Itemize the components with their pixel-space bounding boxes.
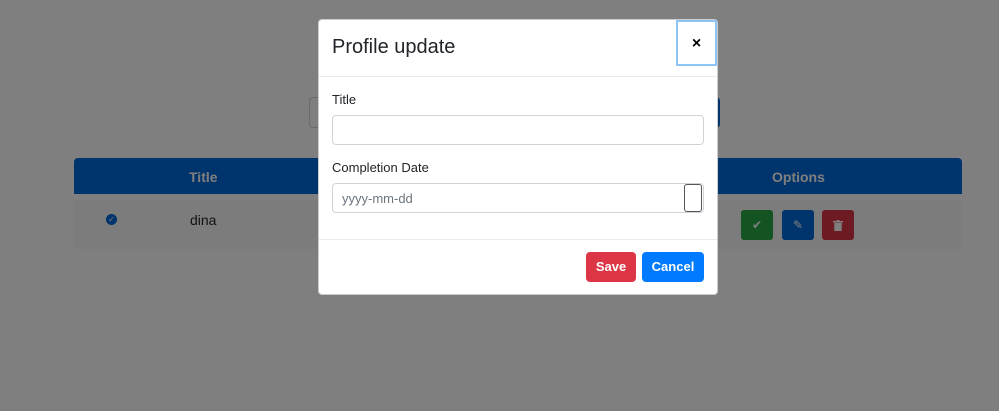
profile-update-modal: Profile update × Title Completion Date S… [318,19,718,295]
modal-body: Title Completion Date [319,77,717,240]
save-button[interactable]: Save [586,252,636,282]
modal-header: Profile update × [319,20,717,77]
title-label: Title [332,92,357,107]
modal-title: Profile update [332,36,456,58]
close-button[interactable]: × [676,20,717,66]
modal-footer: Save Cancel [319,240,717,296]
close-icon: × [691,35,702,52]
completion-date-label: Completion Date [332,160,429,175]
completion-date-input[interactable] [332,183,704,213]
date-picker-toggle[interactable] [684,184,702,212]
cancel-button[interactable]: Cancel [642,252,704,282]
title-input[interactable] [332,115,704,145]
